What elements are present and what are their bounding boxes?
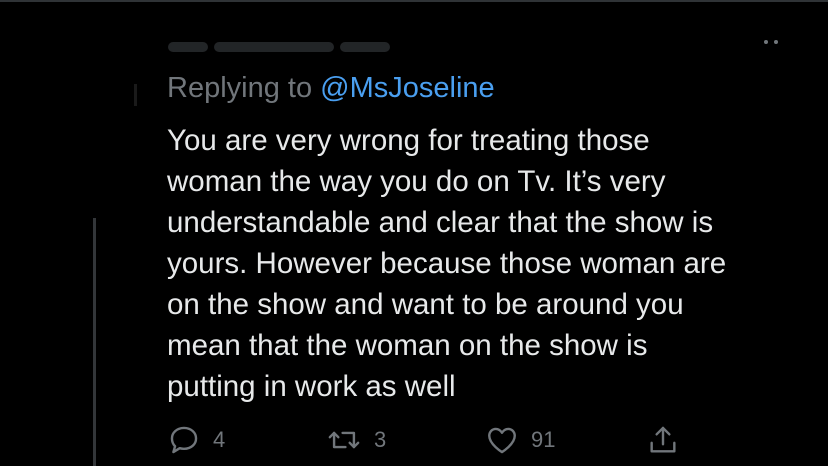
replying-to-handle-link[interactable]: @MsJoseline (320, 72, 495, 104)
retweet-button[interactable]: 3 (326, 420, 386, 460)
more-dot-icon (764, 40, 768, 44)
share-button[interactable] (646, 420, 680, 460)
tweet-text-line: woman the way you do on Tv. It’s very (167, 165, 666, 198)
reply-count: 4 (213, 427, 226, 452)
tweet-text-line: on the show and want to be around you (167, 288, 684, 321)
like-count: 91 (531, 427, 556, 452)
reply-icon (170, 426, 198, 454)
retweet-icon (328, 431, 360, 449)
tweet-header-cropped (168, 34, 408, 52)
share-icon (650, 426, 676, 453)
more-options-button[interactable] (764, 38, 788, 46)
more-dot-icon (774, 40, 778, 44)
tweet-text-line: understandable and clear that the show i… (167, 206, 714, 239)
thread-line-upper (134, 84, 137, 106)
reply-button[interactable]: 4 (167, 420, 225, 460)
tweet-text-line: mean that the woman on the show is (167, 329, 648, 362)
tweet-text: You are very wrong for treating those wo… (167, 120, 807, 407)
retweet-count: 3 (374, 427, 387, 452)
tweet-text-line: You are very wrong for treating those (167, 124, 650, 157)
like-button[interactable]: 91 (485, 420, 555, 460)
tweet-actions-bar: 4 3 91 (0, 420, 828, 460)
replying-to-label: Replying to (167, 72, 321, 104)
heart-icon (488, 427, 516, 454)
tweet-text-line: putting in work as well (167, 370, 456, 403)
top-divider (0, 0, 828, 2)
tweet-text-line: yours. However because those woman are (167, 247, 727, 280)
replying-to-line: Replying to @MsJoseline (167, 70, 495, 106)
